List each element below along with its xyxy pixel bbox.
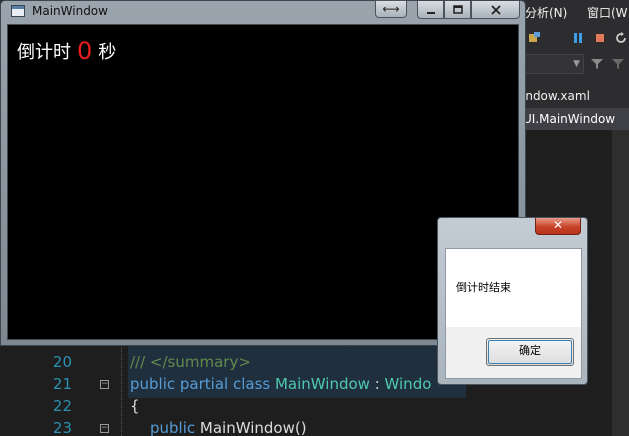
countdown-value: 0 xyxy=(77,37,93,65)
line-number: 21 xyxy=(52,375,72,393)
filter-alt-icon[interactable] xyxy=(612,58,624,70)
editor-scrollbar[interactable] xyxy=(612,130,629,436)
ide-combo-box[interactable]: ▼ xyxy=(522,54,584,74)
countdown-display: 倒计时 0 秒 xyxy=(17,37,116,65)
code-line: public partial class MainWindow : Windo xyxy=(130,373,431,395)
indent-guide xyxy=(121,340,122,436)
message-area: 倒计时结束 xyxy=(446,249,581,327)
code-line: { xyxy=(130,397,140,415)
code-line: public MainWindow() xyxy=(150,417,307,436)
resize-arrows-button[interactable]: ⟷ xyxy=(375,0,407,18)
code-plain: MainWindow() xyxy=(199,419,307,436)
countdown-prefix-label: 倒计时 xyxy=(17,42,71,63)
code-plain: : xyxy=(369,375,385,393)
code-keyword: public xyxy=(150,419,200,436)
message-text: 倒计时结束 xyxy=(456,281,511,294)
line-number: 23 xyxy=(52,419,72,436)
code-line: /// </summary> xyxy=(130,353,251,371)
code-keyword: public partial class xyxy=(130,375,275,393)
double-arrow-icon: ⟷ xyxy=(382,2,400,16)
code-type: MainWindow xyxy=(274,375,370,393)
ok-button[interactable]: 确定 xyxy=(486,338,574,366)
tab-document[interactable]: indow.xaml xyxy=(522,88,590,104)
close-button[interactable] xyxy=(471,1,520,19)
message-box-close-button[interactable]: ✕ xyxy=(535,218,581,235)
collapse-icon[interactable]: − xyxy=(100,424,109,433)
breadcrumb[interactable]: UI.MainWindow xyxy=(520,108,629,130)
minimize-icon xyxy=(426,12,435,14)
menu-analyze[interactable]: 分析(N) xyxy=(525,6,567,20)
window-icon xyxy=(11,5,25,17)
restart-icon[interactable] xyxy=(615,32,627,44)
filter-icon[interactable] xyxy=(591,58,603,70)
close-icon: ✕ xyxy=(552,218,564,232)
message-box-content: 倒计时结束 确定 xyxy=(445,248,582,379)
code-base-type: Windo xyxy=(384,375,432,393)
solution-icon[interactable] xyxy=(528,32,540,44)
breadcrumb-label: UI.MainWindow xyxy=(523,112,616,126)
chevron-down-icon: ▼ xyxy=(573,59,580,69)
menu-window[interactable]: 窗口(W xyxy=(587,6,628,20)
countdown-suffix-label: 秒 xyxy=(98,42,117,63)
minimize-button[interactable] xyxy=(417,1,444,19)
window-title: MainWindow xyxy=(32,4,108,18)
stop-icon[interactable] xyxy=(594,32,606,44)
message-box: ✕ 倒计时结束 确定 xyxy=(437,217,588,385)
maximize-button[interactable] xyxy=(444,1,471,19)
collapse-icon[interactable]: − xyxy=(100,380,109,389)
pause-icon[interactable] xyxy=(572,32,584,44)
maximize-icon xyxy=(452,5,463,14)
line-number: 22 xyxy=(52,397,72,415)
line-number: 20 xyxy=(52,353,72,371)
close-icon xyxy=(490,5,501,15)
